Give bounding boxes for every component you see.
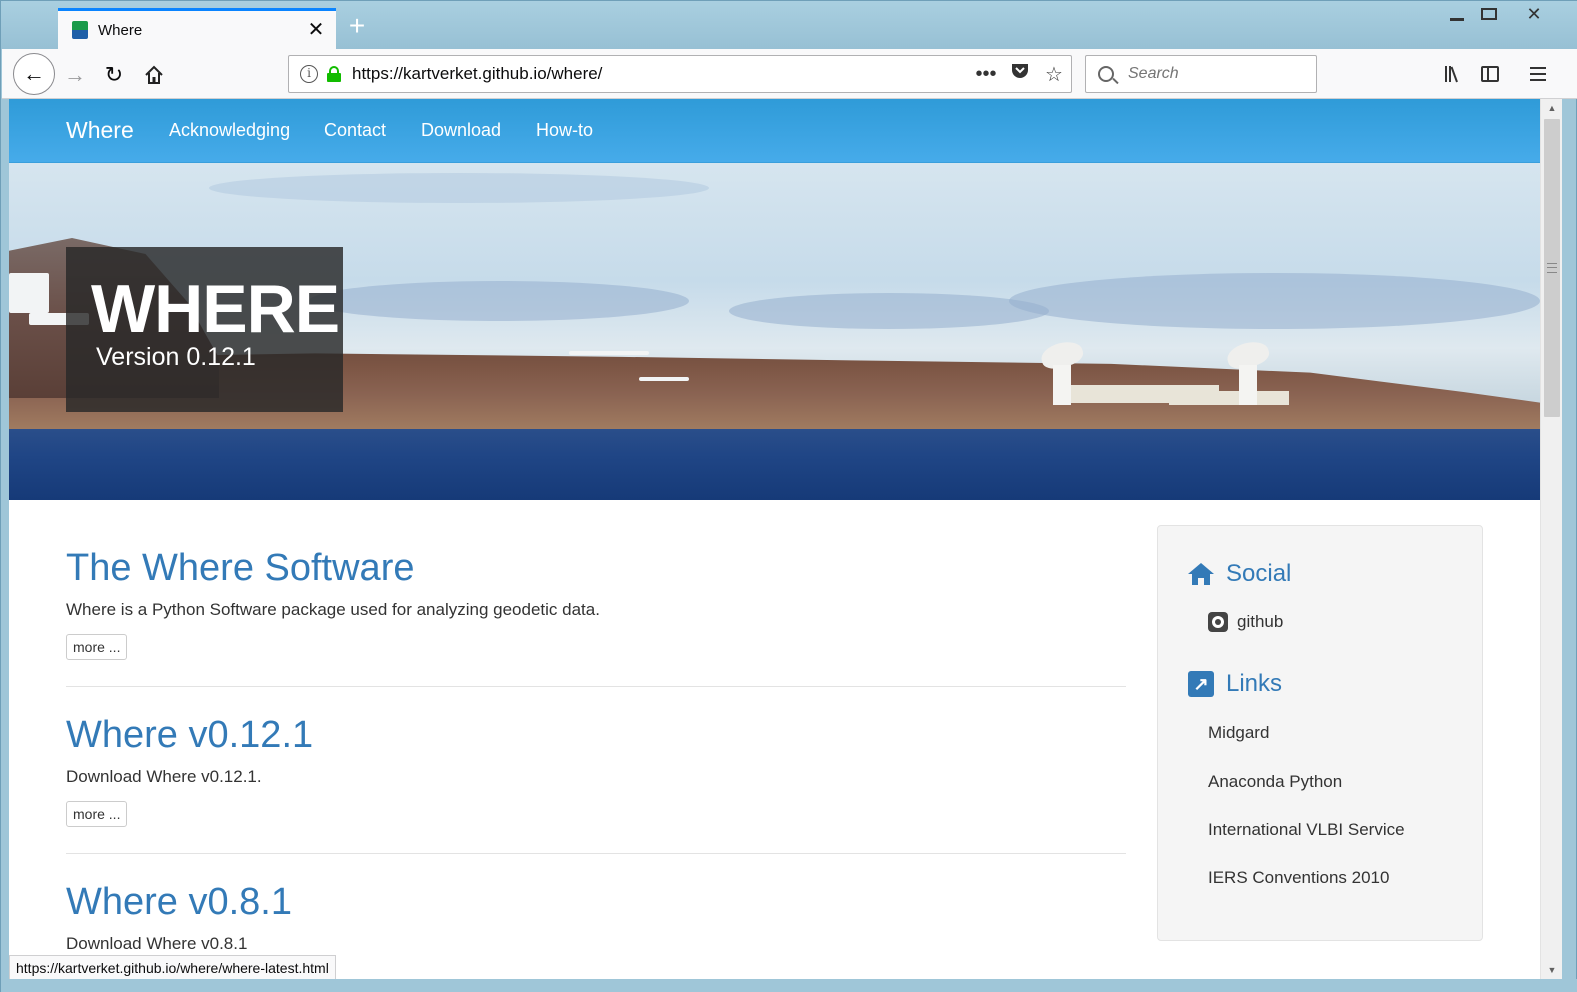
arrow-right-icon: → xyxy=(64,62,86,87)
browser-window: Where ✕ + ✕ ← → ↻ i https://kartverket.g… xyxy=(0,0,1577,992)
maximize-button[interactable] xyxy=(1469,1,1509,27)
nav-link-contact[interactable]: Contact xyxy=(324,120,386,141)
links-heading: Links xyxy=(1226,670,1283,697)
post-excerpt: Download Where v0.8.1 xyxy=(66,934,248,953)
post-list: The Where Software Where is a Python Sof… xyxy=(66,500,1126,979)
social-heading: Social xyxy=(1226,560,1292,587)
github-label: github xyxy=(1237,612,1284,631)
post-item: The Where Software Where is a Python Sof… xyxy=(66,500,1126,687)
cloud-shape xyxy=(1009,273,1540,329)
site-info-icon[interactable]: i xyxy=(300,65,318,83)
page-viewport: Where Acknowledging Contact Download How… xyxy=(9,99,1540,979)
vertical-scrollbar[interactable]: ▲ ▼ xyxy=(1540,99,1562,979)
radio-telescope-shape xyxy=(1224,337,1272,405)
scrollbar-grip-icon xyxy=(1547,263,1557,273)
scroll-down-arrow-icon[interactable]: ▼ xyxy=(1541,961,1563,979)
cloud-shape xyxy=(309,281,689,321)
bookmark-star-icon[interactable]: ☆ xyxy=(1037,62,1071,87)
status-link-preview: https://kartverket.github.io/where/where… xyxy=(9,955,336,980)
reload-button[interactable]: ↻ xyxy=(94,55,134,95)
browser-toolbar: ← → ↻ i https://kartverket.github.io/whe… xyxy=(2,49,1577,99)
window-close-button[interactable]: ✕ xyxy=(1511,1,1557,27)
site-favicon-icon xyxy=(72,21,88,39)
pocket-icon[interactable] xyxy=(1003,62,1037,86)
lock-icon[interactable] xyxy=(327,66,341,82)
site-brand-link[interactable]: Where xyxy=(66,117,134,144)
more-button[interactable]: more ... xyxy=(66,634,128,660)
address-bar[interactable]: i https://kartverket.github.io/where/ ••… xyxy=(288,55,1072,93)
snow-patch xyxy=(639,377,689,381)
home-icon xyxy=(145,65,163,84)
library-button[interactable] xyxy=(1436,59,1466,89)
arrow-left-icon: ← xyxy=(23,61,45,86)
nav-link-download[interactable]: Download xyxy=(421,120,501,141)
site-navbar: Where Acknowledging Contact Download How… xyxy=(9,99,1540,163)
hero-title-box: WHERE Version 0.12.1 xyxy=(66,247,343,412)
sidebar-link-anaconda[interactable]: Anaconda Python xyxy=(1208,772,1342,792)
post-excerpt: Where is a Python Software package used … xyxy=(66,600,600,619)
hero-banner: WHERE Version 0.12.1 xyxy=(9,163,1540,500)
social-section-heading: Social xyxy=(1188,560,1291,588)
sidebar-link-ivs[interactable]: International VLBI Service xyxy=(1208,820,1405,840)
github-link[interactable]: github xyxy=(1208,612,1283,632)
sidebar-toggle-button[interactable] xyxy=(1475,59,1505,89)
sidebar-panel: Social github ↗ Links Midgard Anaconda P… xyxy=(1157,525,1483,941)
page-actions-icon[interactable]: ••• xyxy=(969,63,1003,86)
menu-button[interactable] xyxy=(1523,59,1553,89)
post-excerpt: Download Where v0.12.1. xyxy=(66,767,262,786)
home-icon xyxy=(1188,563,1214,585)
scroll-up-arrow-icon[interactable]: ▲ xyxy=(1541,99,1563,117)
sidebar-link-midgard[interactable]: Midgard xyxy=(1208,723,1269,743)
back-button[interactable]: ← xyxy=(13,53,55,95)
post-title-link[interactable]: Where v0.12.1 xyxy=(66,713,1126,757)
search-input[interactable] xyxy=(1128,65,1298,83)
window-bottom-frame xyxy=(1,979,1577,992)
tab-strip: Where ✕ + ✕ xyxy=(1,1,1577,49)
post-item: Where v0.12.1 Download Where v0.12.1. mo… xyxy=(66,687,1126,854)
search-icon xyxy=(1098,66,1114,82)
links-section-heading: ↗ Links xyxy=(1188,670,1282,698)
hero-title: WHERE xyxy=(91,271,340,347)
water-shape xyxy=(9,429,1540,500)
radio-telescope-shape xyxy=(1038,337,1086,405)
sidebar-icon xyxy=(1481,66,1499,82)
external-link-icon: ↗ xyxy=(1188,671,1214,697)
browser-tab[interactable]: Where ✕ xyxy=(58,8,336,49)
reload-icon: ↻ xyxy=(104,62,124,87)
cloud-shape xyxy=(729,293,1049,329)
post-title-link[interactable]: The Where Software xyxy=(66,546,1126,590)
snow-patch xyxy=(9,273,49,313)
new-tab-button[interactable]: + xyxy=(343,12,371,41)
hero-version: Version 0.12.1 xyxy=(96,343,256,371)
maximize-icon xyxy=(1481,8,1497,20)
home-button[interactable] xyxy=(134,55,174,95)
library-icon xyxy=(1444,66,1458,83)
sidebar-link-iers[interactable]: IERS Conventions 2010 xyxy=(1208,868,1389,888)
nav-link-acknowledging[interactable]: Acknowledging xyxy=(169,120,290,141)
url-text[interactable]: https://kartverket.github.io/where/ xyxy=(352,64,969,84)
search-box[interactable] xyxy=(1085,55,1317,93)
minimize-icon xyxy=(1450,17,1464,21)
snow-patch xyxy=(569,351,649,355)
more-button[interactable]: more ... xyxy=(66,801,128,827)
forward-button[interactable]: → xyxy=(55,55,95,95)
tab-title: Where xyxy=(98,21,143,39)
tab-close-icon[interactable]: ✕ xyxy=(304,18,328,42)
nav-link-how-to[interactable]: How-to xyxy=(536,120,593,141)
github-icon xyxy=(1208,612,1228,632)
hamburger-menu-icon xyxy=(1530,67,1546,81)
cloud-shape xyxy=(209,173,709,203)
post-title-link[interactable]: Where v0.8.1 xyxy=(66,880,1126,924)
